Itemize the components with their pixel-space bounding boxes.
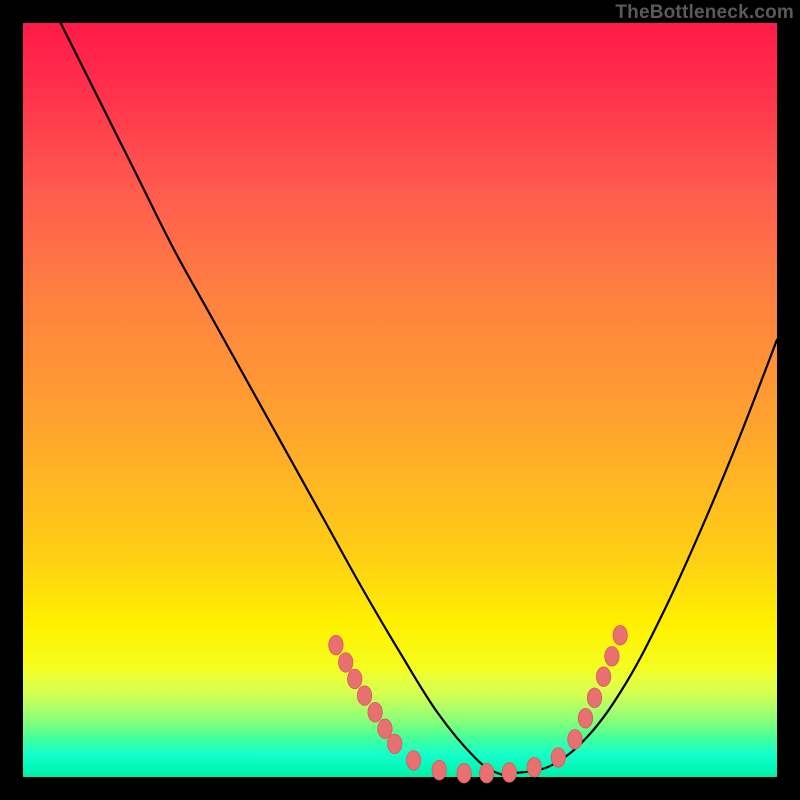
curve-marker bbox=[568, 730, 582, 750]
curve-marker bbox=[605, 647, 619, 667]
curve-marker bbox=[587, 688, 601, 708]
curve-marker bbox=[406, 751, 420, 771]
curve-marker bbox=[329, 635, 343, 655]
curve-marker bbox=[432, 760, 446, 780]
curve-marker bbox=[613, 625, 627, 645]
curve-marker bbox=[578, 708, 592, 728]
curve-marker bbox=[348, 669, 362, 689]
watermark-text: TheBottleneck.com bbox=[615, 2, 794, 24]
bottleneck-curve bbox=[61, 23, 777, 775]
curve-marker bbox=[527, 757, 541, 777]
curve-marker bbox=[457, 763, 471, 783]
chart-svg bbox=[0, 0, 800, 800]
curve-marker bbox=[596, 667, 610, 687]
curve-marker bbox=[357, 686, 371, 706]
curve-marker bbox=[368, 702, 382, 722]
curve-marker bbox=[502, 763, 516, 783]
curve-marker bbox=[339, 653, 353, 673]
curve-marker bbox=[388, 734, 402, 754]
curve-marker bbox=[480, 763, 494, 783]
curve-marker bbox=[378, 719, 392, 739]
curve-marker bbox=[551, 748, 565, 768]
